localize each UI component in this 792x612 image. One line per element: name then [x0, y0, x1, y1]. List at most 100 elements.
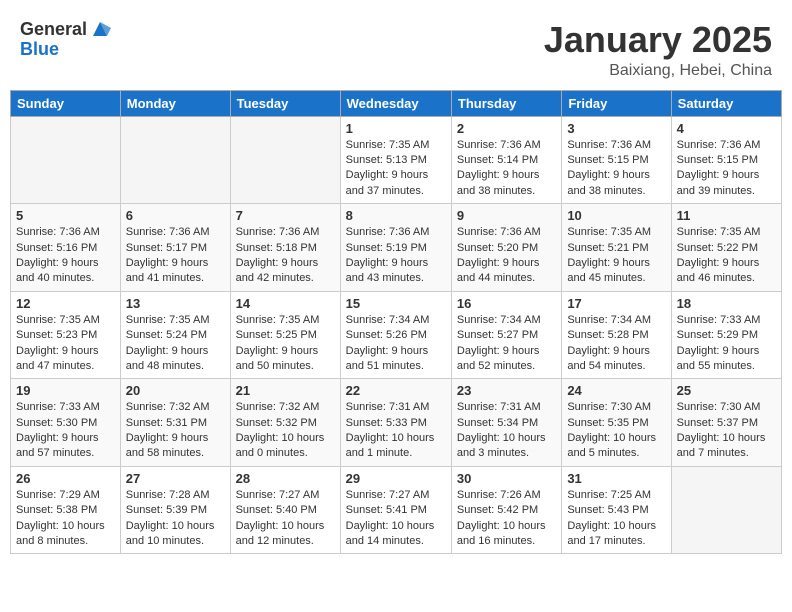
calendar-cell: 3 Sunrise: 7:36 AM Sunset: 5:15 PM Daylig…	[562, 116, 671, 204]
calendar-cell: 2Sunrise: 7:36 AM Sunset: 5:14 PM Daylig…	[451, 116, 561, 204]
calendar-cell	[230, 116, 340, 204]
day-number: 5	[16, 208, 115, 223]
location-title: Baixiang, Hebei, China	[544, 62, 772, 80]
calendar-cell: 10 Sunrise: 7:35 AM Sunset: 5:21 PM Dayli…	[562, 204, 671, 292]
calendar-cell: 31 Sunrise: 7:25 AM Sunset: 5:43 PM Dayli…	[562, 466, 671, 554]
day-info: Sunrise: 7:35 AM Sunset: 5:21 PM Dayligh…	[567, 225, 665, 287]
calendar-cell: 11 Sunrise: 7:35 AM Sunset: 5:22 PM Dayli…	[671, 204, 781, 292]
day-number: 12	[16, 296, 115, 311]
day-info: Sunrise: 7:36 AM Sunset: 5:19 PM Dayligh…	[346, 225, 446, 287]
calendar-cell: 27Sunrise: 7:28 AM Sunset: 5:39 PM Dayli…	[120, 466, 230, 554]
calendar-cell: 6 Sunrise: 7:36 AM Sunset: 5:17 PM Daylig…	[120, 204, 230, 292]
logo: General Blue	[20, 20, 111, 60]
day-number: 6	[126, 208, 225, 223]
calendar-cell: 12 Sunrise: 7:35 AM Sunset: 5:23 PM Dayli…	[11, 291, 121, 379]
day-number: 8	[346, 208, 446, 223]
day-number: 22	[346, 383, 446, 398]
calendar-cell: 23 Sunrise: 7:31 AM Sunset: 5:34 PM Dayli…	[451, 379, 561, 467]
calendar-cell: 28 Sunrise: 7:27 AM Sunset: 5:40 PM Dayli…	[230, 466, 340, 554]
day-number: 28	[236, 471, 335, 486]
day-info: Sunrise: 7:36 AM Sunset: 5:14 PM Dayligh…	[457, 138, 556, 200]
logo-general: General	[20, 20, 87, 40]
day-info: Sunrise: 7:36 AM Sunset: 5:20 PM Dayligh…	[457, 225, 556, 287]
calendar-cell: 22 Sunrise: 7:31 AM Sunset: 5:33 PM Dayli…	[340, 379, 451, 467]
day-number: 14	[236, 296, 335, 311]
day-number: 3	[567, 121, 665, 136]
day-info: Sunrise: 7:35 AM Sunset: 5:24 PM Dayligh…	[126, 313, 225, 375]
day-number: 23	[457, 383, 556, 398]
title-block: January 2025 Baixiang, Hebei, China	[544, 20, 772, 80]
weekday-header-wednesday: Wednesday	[340, 90, 451, 116]
day-number: 17	[567, 296, 665, 311]
calendar-cell: 9 Sunrise: 7:36 AM Sunset: 5:20 PM Daylig…	[451, 204, 561, 292]
calendar-cell: 5 Sunrise: 7:36 AM Sunset: 5:16 PM Daylig…	[11, 204, 121, 292]
day-number: 18	[677, 296, 776, 311]
day-number: 11	[677, 208, 776, 223]
day-number: 15	[346, 296, 446, 311]
day-info: Sunrise: 7:36 AM Sunset: 5:15 PM Dayligh…	[677, 138, 776, 200]
calendar-week-row: 5 Sunrise: 7:36 AM Sunset: 5:16 PM Daylig…	[11, 204, 782, 292]
weekday-header-friday: Friday	[562, 90, 671, 116]
day-number: 30	[457, 471, 556, 486]
day-number: 26	[16, 471, 115, 486]
calendar-cell: 19 Sunrise: 7:33 AM Sunset: 5:30 PM Dayli…	[11, 379, 121, 467]
day-number: 10	[567, 208, 665, 223]
calendar-cell: 4Sunrise: 7:36 AM Sunset: 5:15 PM Daylig…	[671, 116, 781, 204]
calendar-week-row: 12 Sunrise: 7:35 AM Sunset: 5:23 PM Dayli…	[11, 291, 782, 379]
calendar-cell: 17 Sunrise: 7:34 AM Sunset: 5:28 PM Dayli…	[562, 291, 671, 379]
day-info: Sunrise: 7:34 AM Sunset: 5:26 PM Dayligh…	[346, 313, 446, 375]
day-number: 7	[236, 208, 335, 223]
logo-blue: Blue	[20, 40, 111, 60]
day-info: Sunrise: 7:29 AM Sunset: 5:38 PM Dayligh…	[16, 488, 115, 550]
day-info: Sunrise: 7:33 AM Sunset: 5:29 PM Dayligh…	[677, 313, 776, 375]
month-title: January 2025	[544, 20, 772, 60]
calendar-cell: 24Sunrise: 7:30 AM Sunset: 5:35 PM Dayli…	[562, 379, 671, 467]
calendar: SundayMondayTuesdayWednesdayThursdayFrid…	[10, 90, 782, 555]
calendar-cell: 14 Sunrise: 7:35 AM Sunset: 5:25 PM Dayli…	[230, 291, 340, 379]
day-info: Sunrise: 7:30 AM Sunset: 5:37 PM Dayligh…	[677, 400, 776, 462]
day-info: Sunrise: 7:28 AM Sunset: 5:39 PM Dayligh…	[126, 488, 225, 550]
day-info: Sunrise: 7:34 AM Sunset: 5:28 PM Dayligh…	[567, 313, 665, 375]
calendar-cell	[671, 466, 781, 554]
calendar-week-row: 26 Sunrise: 7:29 AM Sunset: 5:38 PM Dayli…	[11, 466, 782, 554]
day-info: Sunrise: 7:36 AM Sunset: 5:16 PM Dayligh…	[16, 225, 115, 287]
day-info: Sunrise: 7:34 AM Sunset: 5:27 PM Dayligh…	[457, 313, 556, 375]
day-number: 16	[457, 296, 556, 311]
day-info: Sunrise: 7:35 AM Sunset: 5:25 PM Dayligh…	[236, 313, 335, 375]
day-info: Sunrise: 7:32 AM Sunset: 5:32 PM Dayligh…	[236, 400, 335, 462]
day-number: 21	[236, 383, 335, 398]
day-info: Sunrise: 7:35 AM Sunset: 5:13 PM Dayligh…	[346, 138, 446, 200]
day-number: 1	[346, 121, 446, 136]
calendar-week-row: 19 Sunrise: 7:33 AM Sunset: 5:30 PM Dayli…	[11, 379, 782, 467]
day-number: 29	[346, 471, 446, 486]
day-number: 19	[16, 383, 115, 398]
header: General Blue January 2025 Baixiang, Hebe…	[10, 10, 782, 85]
day-info: Sunrise: 7:27 AM Sunset: 5:40 PM Dayligh…	[236, 488, 335, 550]
day-info: Sunrise: 7:36 AM Sunset: 5:15 PM Dayligh…	[567, 138, 665, 200]
day-info: Sunrise: 7:26 AM Sunset: 5:42 PM Dayligh…	[457, 488, 556, 550]
calendar-cell	[11, 116, 121, 204]
calendar-cell: 18 Sunrise: 7:33 AM Sunset: 5:29 PM Dayli…	[671, 291, 781, 379]
day-info: Sunrise: 7:25 AM Sunset: 5:43 PM Dayligh…	[567, 488, 665, 550]
day-number: 31	[567, 471, 665, 486]
calendar-cell: 20Sunrise: 7:32 AM Sunset: 5:31 PM Dayli…	[120, 379, 230, 467]
day-info: Sunrise: 7:31 AM Sunset: 5:33 PM Dayligh…	[346, 400, 446, 462]
calendar-cell: 30 Sunrise: 7:26 AM Sunset: 5:42 PM Dayli…	[451, 466, 561, 554]
calendar-cell: 29 Sunrise: 7:27 AM Sunset: 5:41 PM Dayli…	[340, 466, 451, 554]
day-info: Sunrise: 7:35 AM Sunset: 5:22 PM Dayligh…	[677, 225, 776, 287]
day-info: Sunrise: 7:36 AM Sunset: 5:17 PM Dayligh…	[126, 225, 225, 287]
day-info: Sunrise: 7:36 AM Sunset: 5:18 PM Dayligh…	[236, 225, 335, 287]
day-number: 20	[126, 383, 225, 398]
day-number: 9	[457, 208, 556, 223]
day-info: Sunrise: 7:31 AM Sunset: 5:34 PM Dayligh…	[457, 400, 556, 462]
weekday-header-tuesday: Tuesday	[230, 90, 340, 116]
calendar-cell: 8 Sunrise: 7:36 AM Sunset: 5:19 PM Daylig…	[340, 204, 451, 292]
calendar-cell: 25 Sunrise: 7:30 AM Sunset: 5:37 PM Dayli…	[671, 379, 781, 467]
day-number: 25	[677, 383, 776, 398]
day-number: 24	[567, 383, 665, 398]
weekday-header-saturday: Saturday	[671, 90, 781, 116]
day-number: 13	[126, 296, 225, 311]
day-info: Sunrise: 7:35 AM Sunset: 5:23 PM Dayligh…	[16, 313, 115, 375]
day-info: Sunrise: 7:27 AM Sunset: 5:41 PM Dayligh…	[346, 488, 446, 550]
day-info: Sunrise: 7:33 AM Sunset: 5:30 PM Dayligh…	[16, 400, 115, 462]
